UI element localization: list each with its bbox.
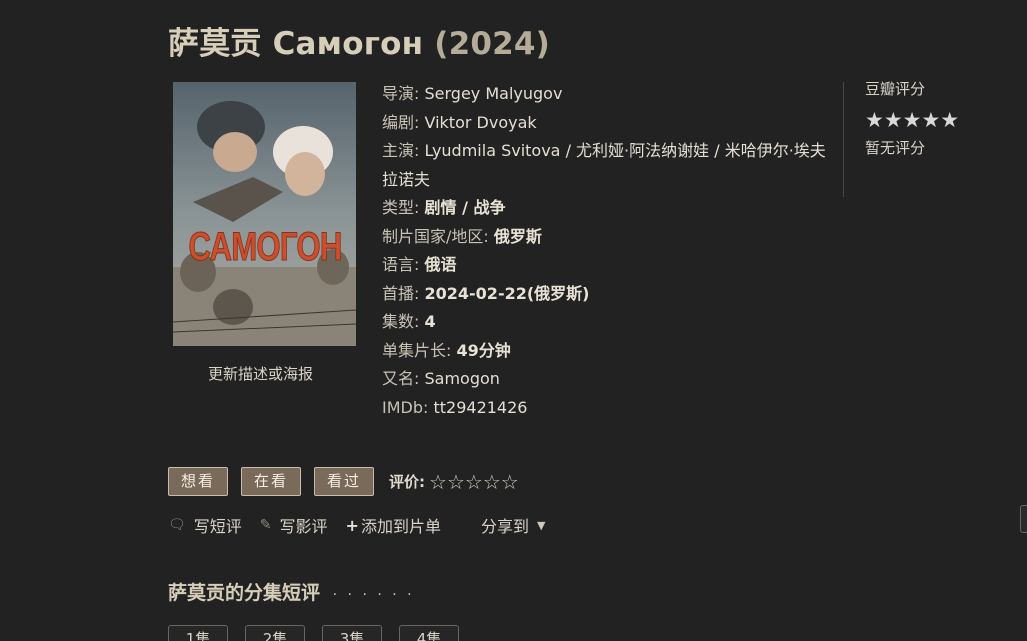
cast-label: 主演: (382, 141, 420, 160)
rating-stars-icon: ★★★★★ (865, 108, 960, 132)
watched-button[interactable]: 看过 (314, 467, 375, 496)
director-link[interactable]: Sergey Malyugov (425, 84, 563, 103)
title-year: (2024) (434, 26, 551, 62)
rating-divider (843, 82, 844, 197)
episode-reviews-heading: 萨莫贡的分集短评 · · · · · · (168, 578, 415, 605)
writer-link[interactable]: Viktor Dvoyak (425, 113, 537, 132)
write-short-review-label: 写短评 (193, 517, 242, 536)
subject-page: 萨莫贡 Самогон (2024) САМОГОН 更新描述或海报 导演: S… (0, 0, 1027, 641)
episode-tab-1[interactable]: 1集 (168, 625, 228, 641)
country-label: 制片国家/地区: (382, 226, 489, 246)
title-name: 萨莫贡 Самогон (168, 26, 424, 62)
episodes-label: 集数: (382, 312, 420, 331)
write-review-label: 写影评 (279, 517, 328, 536)
share-dropdown[interactable]: 分享到 ▼ (481, 513, 545, 537)
info-director: 导演: Sergey Malyugov (382, 80, 832, 109)
write-review-link[interactable]: ✎ 写影评 (260, 513, 328, 537)
plus-icon: + (345, 515, 359, 535)
info-episodes: 集数: 4 (382, 308, 832, 337)
info-cast: 主演: Lyudmila Svitova / 尤利娅·阿法纳谢娃 / 米哈伊尔·… (382, 137, 832, 194)
poster-title-text: САМОГОН (188, 224, 341, 269)
want-to-watch-button[interactable]: 想看 (168, 467, 229, 496)
director-label: 导演: (382, 84, 420, 103)
language-value: 俄语 (424, 255, 457, 274)
rate-star-input[interactable]: ☆☆☆☆☆ (429, 470, 519, 494)
speech-bubble-icon: 🗨 (168, 517, 186, 533)
info-premiere: 首播: 2024-02-22(俄罗斯) (382, 280, 832, 309)
rating-title: 豆瓣评分 (865, 80, 926, 98)
language-label: 语言: (382, 255, 420, 274)
episode-tab-3[interactable]: 3集 (322, 625, 382, 641)
episode-tab-2[interactable]: 2集 (245, 625, 305, 641)
writer-label: 编剧: (382, 112, 420, 132)
runtime-label: 单集片长: (382, 340, 452, 360)
pencil-icon: ✎ (259, 517, 272, 533)
imdb-label: IMDb: (382, 397, 429, 417)
genre-label: 类型: (382, 198, 420, 217)
update-poster-link[interactable]: 更新描述或海报 (208, 363, 313, 384)
side-panel-handle[interactable] (1020, 505, 1027, 533)
interest-actions: 想看 在看 看过 评价: ☆☆☆☆☆ (168, 467, 519, 496)
poster-image[interactable]: САМОГОН (173, 82, 356, 346)
page-title: 萨莫贡 Самогон (2024) (168, 18, 550, 63)
add-to-list-label: 添加到片单 (360, 517, 441, 536)
share-label: 分享到 (480, 517, 529, 536)
episode-reviews-title: 萨莫贡的分集短评 (168, 582, 321, 604)
caret-down-icon: ▼ (536, 518, 546, 532)
action-links: 🗨 写短评 ✎ 写影评 + 添加到片单 分享到 ▼ (168, 513, 563, 537)
cast-links[interactable]: Lyudmila Svitova / 尤利娅·阿法纳谢娃 / 米哈伊尔·埃夫拉诺… (382, 141, 826, 189)
info-aka: 又名: Samogon (382, 365, 832, 394)
episode-tabs: 1集 2集 3集 4集 (168, 625, 476, 641)
imdb-value: tt29421426 (433, 397, 528, 417)
info-imdb: IMDb: tt29421426 (382, 394, 832, 423)
premiere-label: 首播: (382, 283, 420, 303)
info-genre: 类型: 剧情 / 战争 (382, 194, 832, 223)
douban-rating: 豆瓣评分 ★★★★★ 暂无评分 (865, 78, 1015, 158)
country-value: 俄罗斯 (493, 226, 542, 246)
info-runtime: 单集片长: 49分钟 (382, 337, 832, 366)
no-rating-text: 暂无评分 (865, 139, 926, 157)
episode-tab-4[interactable]: 4集 (399, 625, 459, 641)
info-country: 制片国家/地区: 俄罗斯 (382, 223, 832, 252)
info-language: 语言: 俄语 (382, 251, 832, 280)
episodes-value: 4 (424, 312, 436, 331)
info-block: 导演: Sergey Malyugov 编剧: Viktor Dvoyak 主演… (382, 80, 832, 422)
aka-label: 又名: (382, 369, 420, 388)
aka-value: Samogon (424, 369, 500, 388)
heading-dots: · · · · · · (332, 587, 415, 603)
premiere-value: 2024-02-22(俄罗斯) (424, 283, 590, 303)
write-short-review-link[interactable]: 🗨 写短评 (168, 513, 242, 537)
add-to-list-link[interactable]: + 添加到片单 (346, 513, 441, 537)
runtime-value: 49分钟 (456, 340, 511, 360)
info-writer: 编剧: Viktor Dvoyak (382, 109, 832, 138)
poster-art: САМОГОН (173, 82, 356, 346)
watching-button[interactable]: 在看 (241, 467, 302, 496)
genre-value: 剧情 / 战争 (424, 198, 506, 217)
rate-label: 评价: (389, 473, 426, 491)
